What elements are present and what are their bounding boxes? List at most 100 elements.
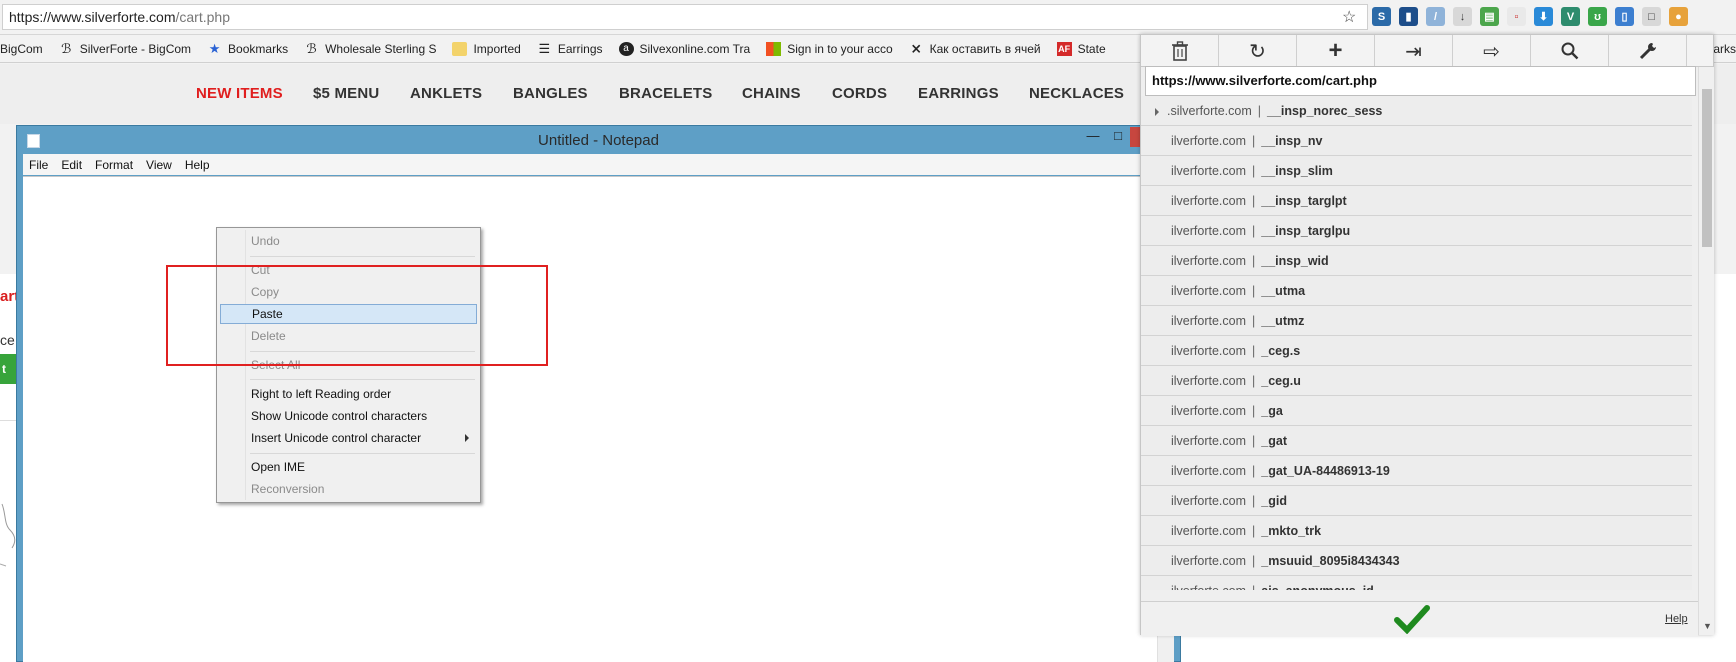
bookmark-item[interactable]: ℬ SilverForte - BigCom — [59, 40, 191, 56]
extension-chart-icon[interactable]: ▮ — [1399, 7, 1418, 26]
bookmark-item[interactable]: ☰ Earrings — [537, 40, 603, 56]
menu-item-open-ime[interactable]: Open IME — [220, 457, 477, 477]
bookmark-item[interactable]: ⨯ Как оставить в ячей — [909, 41, 1041, 56]
menu-item-rtl-reading-order[interactable]: Right to left Reading order — [220, 384, 477, 404]
expand-arrow-icon[interactable] — [1155, 107, 1159, 116]
notepad-titlebar[interactable]: Untitled - Notepad — □ ✕ — [17, 126, 1180, 154]
extension-page-icon[interactable]: ▫ — [1507, 7, 1526, 26]
cookie-name: _ga — [1261, 404, 1283, 418]
folder-icon — [452, 41, 468, 56]
menu-file[interactable]: File — [29, 158, 48, 172]
import-button[interactable]: ⇥ — [1375, 35, 1453, 67]
scroll-down-arrow-icon[interactable]: ▼ — [1703, 621, 1712, 631]
cookie-row[interactable]: ilverforte.com | __insp_wid — [1141, 246, 1692, 276]
nav-bangles[interactable]: BANGLES — [513, 85, 588, 102]
extension-feather-icon[interactable]: / — [1426, 7, 1445, 26]
menu-view[interactable]: View — [146, 158, 172, 172]
extension-download-icon[interactable]: ↓ — [1453, 7, 1472, 26]
menu-item-insert-unicode[interactable]: Insert Unicode control character — [220, 428, 477, 448]
cookie-list-scrollbar[interactable]: ▼ — [1698, 67, 1714, 635]
cookie-domain: ilverforte.com — [1171, 314, 1247, 328]
bookmark-star-icon[interactable]: ☆ — [1342, 7, 1356, 27]
bookmark-item[interactable]: Imported — [452, 41, 521, 56]
options-button[interactable] — [1609, 35, 1687, 67]
nav-chains[interactable]: CHAINS — [742, 85, 801, 102]
cookie-url-field[interactable]: https://www.silverforte.com/cart.php — [1145, 66, 1696, 96]
cookie-footer: Help — [1141, 601, 1698, 636]
refresh-icon: ↻ — [1249, 40, 1266, 63]
menu-item-reconversion[interactable]: Reconversion — [220, 479, 477, 499]
maximize-button[interactable]: □ — [1106, 127, 1130, 147]
menu-help[interactable]: Help — [185, 158, 210, 172]
cookie-row[interactable]: .silverforte.com | __insp_norec_sess — [1141, 96, 1692, 126]
search-button[interactable] — [1531, 35, 1609, 67]
extension-print-icon[interactable]: ▤ — [1480, 7, 1499, 26]
notepad-text-area[interactable]: ▲ — [23, 176, 1174, 662]
cookie-row[interactable]: ilverforte.com | __utmz — [1141, 306, 1692, 336]
cookie-row[interactable]: ilverforte.com | _ceg.s — [1141, 336, 1692, 366]
nav-earrings[interactable]: EARRINGS — [918, 85, 999, 102]
help-link[interactable]: Help — [1665, 613, 1688, 625]
cookie-row[interactable]: ilverforte.com | _gid — [1141, 486, 1692, 516]
nav-cords[interactable]: CORDS — [832, 85, 887, 102]
refresh-button[interactable]: ↻ — [1219, 35, 1297, 67]
menu-edit[interactable]: Edit — [61, 158, 82, 172]
cookie-row[interactable]: ilverforte.com | __insp_slim — [1141, 156, 1692, 186]
bookmark-item[interactable]: ★ Bookmarks — [207, 41, 288, 56]
extension-arrow-down-icon[interactable]: ⬇ — [1534, 7, 1553, 26]
bookmark-item[interactable]: BigCom — [0, 42, 43, 56]
extension-window-icon[interactable]: ▯ — [1615, 7, 1634, 26]
cookie-domain: ilverforte.com — [1171, 134, 1247, 148]
cookie-row[interactable]: ilverforte.com | _msuuid_8095i8434343 — [1141, 546, 1692, 576]
cookie-row[interactable]: ilverforte.com | __insp_targlpt — [1141, 186, 1692, 216]
bookmark-item[interactable]: a Silvexonline.com Tra — [618, 41, 750, 56]
bookmark-item[interactable]: Sign in to your acco — [766, 41, 893, 56]
scrollbar-thumb[interactable] — [1702, 89, 1712, 247]
bookmark-item[interactable]: AF State — [1056, 41, 1106, 56]
cookie-separator: | — [1252, 164, 1256, 178]
price-label-fragment: ce — [0, 332, 15, 348]
cookie-extension-icon[interactable]: ● — [1669, 7, 1688, 26]
menu-format[interactable]: Format — [95, 158, 133, 172]
nav-bracelets[interactable]: BRACELETS — [619, 85, 712, 102]
extension-leaf-icon[interactable]: ʊ — [1588, 7, 1607, 26]
cookie-domain: ilverforte.com — [1171, 194, 1247, 208]
cookie-row[interactable]: ilverforte.com | _gat_UA-84486913-19 — [1141, 456, 1692, 486]
cookie-domain: ilverforte.com — [1171, 576, 1246, 590]
add-cookie-button[interactable]: + — [1297, 35, 1375, 67]
extension-square-icon[interactable]: □ — [1642, 7, 1661, 26]
cookie-name: _ceg.s — [1261, 344, 1301, 358]
cookie-row[interactable]: ilverforte.com | _ga — [1141, 396, 1692, 426]
extension-v-icon[interactable]: V — [1561, 7, 1580, 26]
bookmark-label: Как оставить в ячей — [929, 41, 1041, 56]
minimize-button[interactable]: — — [1081, 127, 1105, 147]
earrings-icon: ☰ — [538, 40, 551, 56]
cookie-row[interactable]: ilverforte.com | _mkto_trk — [1141, 516, 1692, 546]
cookie-row[interactable]: ilverforte.com | _ceg.u — [1141, 366, 1692, 396]
nav-new-items[interactable]: NEW ITEMS — [196, 85, 283, 102]
nav-5-menu[interactable]: $5 MENU — [313, 85, 379, 102]
cookie-row[interactable]: ilverforte.com | __insp_nv — [1141, 126, 1692, 156]
cookie-name: __insp_wid — [1261, 254, 1329, 268]
bigcommerce-icon: ℬ — [61, 40, 72, 56]
extension-s-icon[interactable]: S — [1372, 7, 1391, 26]
cookie-editor-popup: ↻ + ⇥ ⇨ https://www.silverforte.com/cart… — [1140, 34, 1714, 636]
menu-item-show-unicode[interactable]: Show Unicode control characters — [220, 406, 477, 426]
bookmark-item[interactable]: ℬ Wholesale Sterling S — [304, 41, 436, 56]
cookie-row[interactable]: ilverforte.com | __insp_targlpu — [1141, 216, 1692, 246]
nav-necklaces[interactable]: NECKLACES — [1029, 85, 1124, 102]
cookie-row[interactable]: ilverforte.com | _gat — [1141, 426, 1692, 456]
cookie-row[interactable]: ilverforte.com | __utma — [1141, 276, 1692, 306]
menu-item-undo[interactable]: Undo — [220, 231, 477, 251]
cookie-domain: ilverforte.com — [1171, 524, 1247, 538]
submenu-arrow-icon — [465, 434, 469, 442]
cookie-name: _msuuid_8095i8434343 — [1261, 554, 1400, 568]
cookie-row[interactable]: ilverforte.com | ajs_anonymous_id — [1141, 576, 1692, 590]
bookmarks-overflow[interactable]: arks — [1713, 42, 1736, 56]
checkmark-icon[interactable] — [1394, 604, 1430, 634]
address-bar[interactable]: https://www.silverforte.com/cart.php — [2, 4, 1368, 30]
cookie-name: _gat_UA-84486913-19 — [1261, 464, 1390, 478]
nav-anklets[interactable]: ANKLETS — [410, 85, 482, 102]
delete-all-button[interactable] — [1141, 35, 1219, 67]
export-button[interactable]: ⇨ — [1453, 35, 1531, 67]
